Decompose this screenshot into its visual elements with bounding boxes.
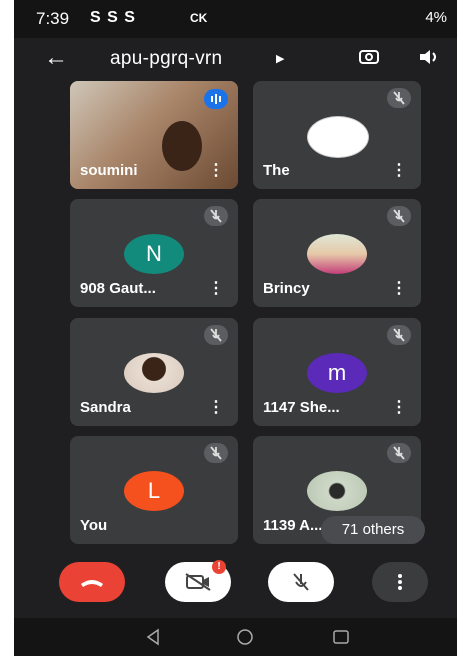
more-options-icon[interactable]: ⋮ bbox=[391, 278, 407, 298]
participant-tile[interactable]: m 1147 She... ⋮ bbox=[253, 318, 421, 426]
mic-toggle-button[interactable] bbox=[268, 562, 334, 602]
more-options-icon[interactable]: ⋮ bbox=[208, 397, 224, 417]
nav-back-icon[interactable] bbox=[144, 628, 162, 646]
mic-off-icon bbox=[204, 443, 228, 463]
participant-name: Brincy bbox=[263, 280, 310, 297]
participant-tile[interactable]: soumini ⋮ bbox=[70, 81, 238, 189]
participant-name: Sandra bbox=[80, 399, 131, 416]
mic-off-icon bbox=[387, 88, 411, 108]
status-time: 7:39 bbox=[36, 9, 70, 28]
participant-name: The bbox=[263, 162, 290, 179]
more-vertical-icon bbox=[398, 574, 402, 590]
participant-tile[interactable]: Brincy ⋮ bbox=[253, 199, 421, 307]
call-controls: ! bbox=[14, 560, 457, 608]
participant-name: soumini bbox=[80, 162, 138, 179]
participant-tile[interactable]: L You bbox=[70, 436, 238, 544]
phone-hangup-icon bbox=[81, 580, 103, 587]
participant-name: 1147 She... bbox=[263, 399, 340, 416]
participant-name: 908 Gaut... bbox=[80, 280, 156, 297]
participant-tile[interactable]: The ⋮ bbox=[253, 81, 421, 189]
end-call-button[interactable] bbox=[59, 562, 125, 602]
camera-alert-badge: ! bbox=[212, 560, 226, 574]
speaker-icon[interactable] bbox=[418, 48, 440, 66]
mic-off-icon bbox=[387, 443, 411, 463]
participant-name: You bbox=[80, 517, 108, 534]
status-battery: 4% bbox=[425, 9, 447, 26]
more-options-icon[interactable]: ⋮ bbox=[391, 160, 407, 180]
participant-initial-avatar: N bbox=[124, 234, 184, 274]
status-bar: 7:39 S S S CK 4% bbox=[14, 0, 457, 38]
participant-tile[interactable]: N 908 Gaut... ⋮ bbox=[70, 199, 238, 307]
mic-off-icon bbox=[204, 206, 228, 226]
phone-screen: 7:39 S S S CK 4% ← apu-pgrq-vrn ▶ soumin… bbox=[14, 0, 457, 656]
participant-avatar bbox=[307, 471, 367, 511]
caret-right-icon[interactable]: ▶ bbox=[276, 52, 284, 65]
app-bar: ← apu-pgrq-vrn ▶ bbox=[14, 38, 457, 82]
participant-initial-avatar: m bbox=[307, 353, 367, 393]
android-nav-bar bbox=[14, 618, 457, 656]
back-arrow-icon[interactable]: ← bbox=[44, 44, 68, 72]
more-options-button[interactable] bbox=[372, 562, 428, 602]
mic-off-icon bbox=[204, 325, 228, 345]
participant-initial-avatar: L bbox=[124, 471, 184, 511]
nav-recents-icon[interactable] bbox=[332, 628, 350, 646]
participant-name: 1139 A... bbox=[263, 517, 323, 534]
more-options-icon[interactable]: ⋮ bbox=[391, 397, 407, 417]
speaking-indicator-icon bbox=[204, 89, 228, 109]
mic-off-icon bbox=[387, 206, 411, 226]
status-app-icons: S S S bbox=[90, 9, 136, 26]
meeting-code[interactable]: apu-pgrq-vrn bbox=[110, 48, 222, 70]
participant-avatar bbox=[124, 353, 184, 393]
mic-off-icon bbox=[387, 325, 411, 345]
participant-avatar bbox=[307, 116, 369, 158]
more-options-icon[interactable]: ⋮ bbox=[208, 160, 224, 180]
participant-avatar bbox=[307, 234, 367, 274]
switch-camera-icon[interactable] bbox=[358, 48, 380, 66]
participant-face bbox=[162, 121, 202, 171]
status-extra: CK bbox=[190, 11, 208, 25]
others-count-pill[interactable]: 71 others bbox=[321, 516, 425, 544]
participant-tile[interactable]: Sandra ⋮ bbox=[70, 318, 238, 426]
nav-home-icon[interactable] bbox=[236, 628, 254, 646]
mic-off-icon bbox=[293, 573, 309, 591]
more-options-icon[interactable]: ⋮ bbox=[208, 278, 224, 298]
